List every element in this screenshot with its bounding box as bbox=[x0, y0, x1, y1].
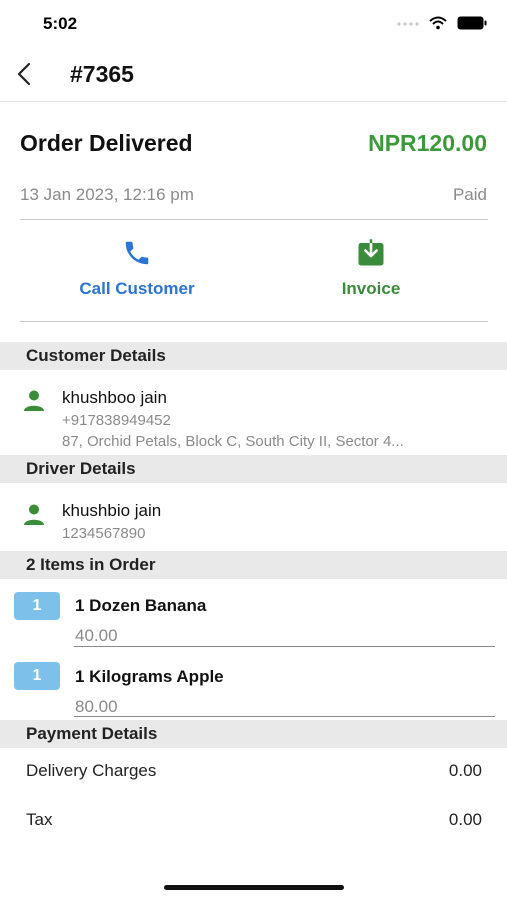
item-divider bbox=[74, 716, 495, 717]
tax-label: Tax bbox=[26, 810, 53, 829]
divider bbox=[20, 219, 488, 220]
item-name: 1 Kilograms Apple bbox=[75, 667, 224, 686]
divider bbox=[20, 321, 488, 322]
invoice-label: Invoice bbox=[341, 279, 401, 298]
item-name: 1 Dozen Banana bbox=[75, 596, 207, 615]
quantity-badge: 1 bbox=[14, 662, 60, 690]
tax-value: 0.00 bbox=[448, 810, 482, 829]
download-icon bbox=[358, 238, 384, 266]
driver-phone[interactable]: 1234567890 bbox=[62, 525, 145, 542]
signal-icon bbox=[397, 22, 419, 26]
section-title: Payment Details bbox=[26, 724, 158, 743]
person-icon bbox=[24, 504, 44, 525]
section-title: Customer Details bbox=[26, 346, 166, 365]
payment-details-header: Payment Details bbox=[0, 720, 507, 748]
page-title: #7365 bbox=[70, 61, 134, 87]
order-status: Order Delivered bbox=[20, 130, 193, 156]
quantity-badge: 1 bbox=[14, 592, 60, 620]
section-title: 2 Items in Order bbox=[26, 555, 156, 574]
customer-address: 87, Orchid Petals, Block C, South City I… bbox=[62, 433, 404, 450]
item-price: 80.00 bbox=[75, 697, 118, 716]
chevron-left-icon bbox=[17, 62, 31, 86]
battery-icon bbox=[457, 16, 487, 30]
payment-status: Paid bbox=[452, 185, 487, 204]
delivery-charges-label: Delivery Charges bbox=[26, 761, 157, 780]
customer-phone[interactable]: +917838949452 bbox=[62, 412, 171, 429]
section-title: Driver Details bbox=[26, 459, 136, 478]
nav-divider bbox=[0, 101, 507, 102]
customer-details-header: Customer Details bbox=[0, 342, 507, 370]
status-time: 5:02 bbox=[43, 14, 78, 33]
call-customer-button[interactable]: Call Customer bbox=[37, 238, 237, 299]
home-indicator bbox=[164, 885, 344, 890]
item-price: 40.00 bbox=[75, 626, 118, 645]
invoice-button[interactable]: Invoice bbox=[271, 238, 471, 299]
delivery-charges-value: 0.00 bbox=[448, 761, 482, 780]
person-icon bbox=[24, 390, 44, 411]
call-customer-label: Call Customer bbox=[79, 279, 195, 298]
back-button[interactable] bbox=[10, 58, 40, 90]
order-amount: NPR120.00 bbox=[368, 130, 487, 156]
items-header: 2 Items in Order bbox=[0, 551, 507, 579]
status-icons bbox=[397, 16, 487, 30]
customer-name: khushboo jain bbox=[62, 388, 167, 407]
wifi-icon bbox=[429, 16, 447, 30]
item-divider bbox=[74, 646, 495, 647]
driver-details-header: Driver Details bbox=[0, 455, 507, 483]
order-date: 13 Jan 2023, 12:16 pm bbox=[20, 185, 194, 204]
phone-icon bbox=[125, 241, 149, 265]
driver-name: khushbio jain bbox=[62, 501, 162, 520]
